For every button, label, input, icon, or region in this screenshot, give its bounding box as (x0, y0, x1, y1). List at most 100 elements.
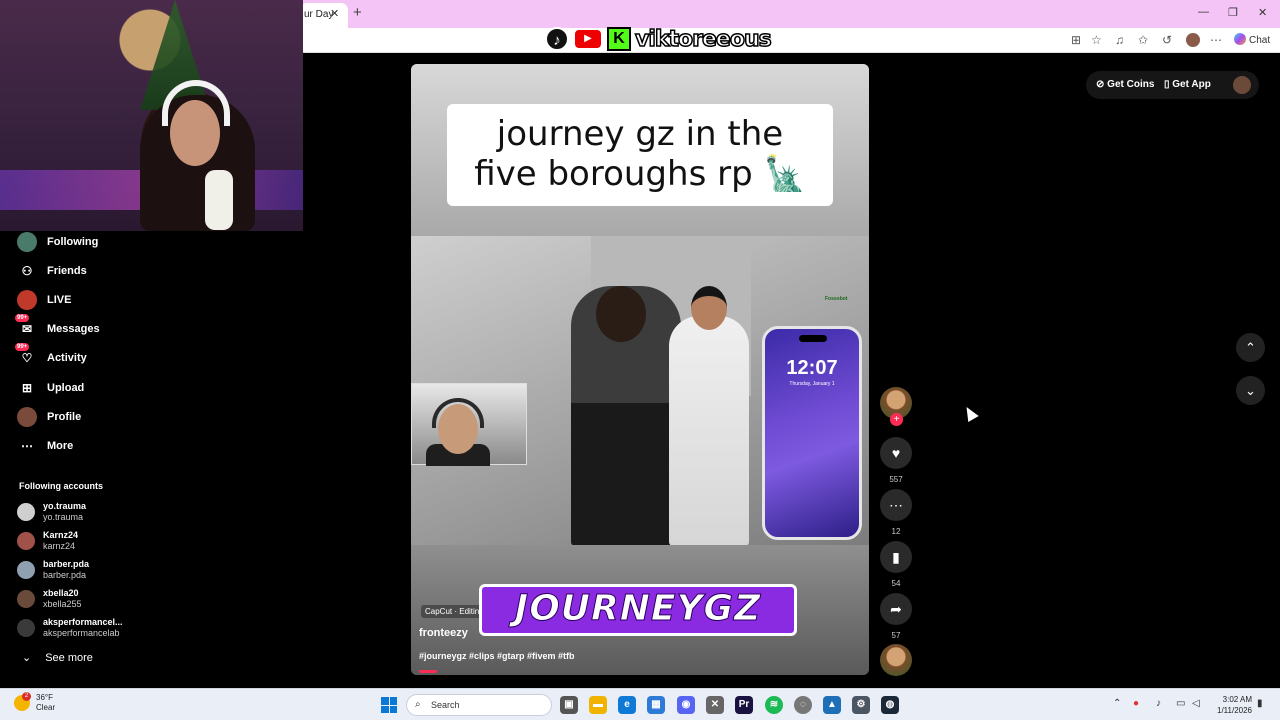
minimize-button[interactable]: — (1198, 6, 1209, 18)
photos-icon[interactable]: ▲ (823, 696, 841, 714)
obs-icon[interactable]: ◌ (794, 696, 812, 714)
network-icon[interactable]: ▭ (1176, 698, 1185, 709)
get-coins-button[interactable]: ⊘ Get Coins (1096, 79, 1154, 90)
see-more-label: See more (45, 651, 93, 664)
favorite-star-icon[interactable]: ☆ (1091, 33, 1102, 47)
next-video-button[interactable]: ⌄ (1236, 376, 1265, 405)
account-avatar (17, 503, 35, 521)
discord-icon[interactable]: ◉ (677, 696, 695, 714)
creator-avatar-button[interactable]: + (880, 387, 912, 426)
account-item[interactable]: aksperformancel... aksperformancelab (17, 615, 123, 641)
sidebar-item-more[interactable]: ⋯ More (17, 435, 73, 457)
character-2 (669, 316, 749, 546)
video-facecam (411, 383, 527, 466)
sidebar-item-following[interactable]: Following (17, 231, 98, 253)
sidebar-item-live[interactable]: LIVE (17, 289, 71, 311)
account-item[interactable]: Karnz24 karnz24 (17, 528, 78, 554)
share-button[interactable]: ➦ 57 (880, 593, 912, 640)
see-more-button[interactable]: ⌄ See more (22, 651, 93, 665)
more-menu-icon[interactable]: ⋯ (1210, 33, 1222, 47)
get-coins-label: Get Coins (1107, 79, 1155, 90)
weather-temp: 36°F (36, 693, 53, 702)
like-button[interactable]: ♥ 557 (880, 437, 912, 484)
video-hashtags[interactable]: #journeygz #clips #gtarp #fivem #tfb (419, 651, 575, 661)
sidebar: Following ⚇ Friends LIVE ✉ 99+ Messages ♡… (0, 231, 303, 685)
sound-avatar-button[interactable] (880, 644, 912, 676)
comment-button[interactable]: ⋯ 12 (880, 489, 912, 536)
tray-chevron-icon[interactable]: ⌃ (1113, 698, 1121, 709)
taskbar-search[interactable]: ⌕ Search (406, 694, 552, 716)
mouse-cursor-icon (961, 403, 979, 423)
favorites-icon[interactable]: ✩ (1138, 33, 1148, 47)
sidebar-item-label: LIVE (47, 294, 72, 306)
get-app-button[interactable]: ▯ Get App (1164, 79, 1211, 90)
new-tab-button[interactable]: + (353, 4, 362, 21)
facecam-headset (432, 398, 484, 428)
account-avatar (17, 532, 35, 550)
save-button[interactable]: ▮ 54 (880, 541, 912, 588)
sidebar-item-activity[interactable]: ♡ 99+ Activity (15, 343, 87, 369)
sidebar-item-profile[interactable]: Profile (17, 406, 81, 428)
windows-start-icon[interactable] (381, 697, 397, 713)
close-window-button[interactable]: ✕ (1258, 6, 1267, 19)
messages-badge: 99+ (15, 314, 30, 322)
split-screen-icon[interactable]: ⊞ (1071, 33, 1081, 47)
tiktok-logo-icon: ♪ (545, 27, 569, 51)
sound-avatar (880, 644, 912, 676)
character-1-head (596, 286, 646, 342)
journeygz-banner: JOURNEYGZ (479, 584, 797, 636)
extensions-icon[interactable]: ♫ (1115, 33, 1124, 47)
save-count: 54 (891, 579, 901, 588)
previous-video-button[interactable]: ⌃ (1236, 333, 1265, 362)
chevron-down-icon: ⌄ (22, 652, 32, 664)
account-item[interactable]: xbella20 xbella255 (17, 586, 82, 612)
upload-icon: ⊞ (21, 381, 33, 395)
microphone-icon[interactable]: ♪ (1156, 698, 1161, 709)
comment-count: 12 (891, 527, 901, 536)
tray-app-icon[interactable]: ● (1133, 698, 1139, 709)
maximize-button[interactable]: ❐ (1228, 6, 1238, 19)
account-handle: xbella255 (43, 599, 82, 609)
sidebar-item-messages[interactable]: ✉ 99+ Messages (15, 314, 100, 340)
youtube-logo-icon: ▶ (573, 28, 603, 50)
notification-bell-icon[interactable]: ▮ (1257, 698, 1263, 709)
volume-icon[interactable]: ◁ (1192, 698, 1200, 709)
steam-icon[interactable]: ◍ (881, 696, 899, 714)
follow-plus-icon[interactable]: + (890, 413, 903, 426)
corner-label: Fossobot (825, 296, 848, 302)
task-view-icon[interactable]: ▣ (560, 696, 578, 714)
account-handle: karnz24 (43, 541, 76, 551)
sidebar-item-friends[interactable]: ⚇ Friends (17, 260, 87, 282)
browser-tab[interactable]: ur Day (300, 3, 348, 28)
spotify-icon[interactable]: ≋ (765, 696, 783, 714)
premiere-icon[interactable]: Pr (735, 696, 753, 714)
xbox-icon[interactable]: ✕ (706, 696, 724, 714)
settings-gear-icon[interactable]: ⚙ (852, 696, 870, 714)
tab-close-icon[interactable]: ✕ (330, 7, 339, 20)
video-progress[interactable] (419, 670, 437, 673)
file-explorer-icon[interactable]: ▬ (589, 696, 607, 714)
account-item[interactable]: barber.pda barber.pda (17, 557, 89, 583)
sidebar-item-upload[interactable]: ⊞ Upload (17, 377, 84, 399)
clock-time: 3:02 AM (1222, 695, 1252, 704)
browser-profile-avatar[interactable] (1186, 33, 1200, 47)
account-item[interactable]: yo.trauma yo.trauma (17, 499, 86, 525)
weather-widget[interactable]: 2 36°F Clear (14, 692, 55, 713)
search-label: Search (431, 700, 460, 710)
video-author[interactable]: fronteezy (419, 627, 468, 639)
video-player[interactable]: journey gz in the five boroughs rp 🗽 Fos… (411, 64, 869, 675)
sidebar-item-label: More (47, 440, 74, 452)
account-name: yo.trauma (43, 501, 87, 511)
store-icon[interactable]: ▦ (647, 696, 665, 714)
character-2-head (691, 286, 727, 330)
chevron-up-icon: ⌃ (1245, 340, 1256, 355)
phone-overlay: 12:07 Thursday, January 1 (762, 326, 862, 540)
taskbar-clock[interactable]: 3:02 AM 1/11/2026 (1208, 694, 1252, 716)
windows-taskbar: 2 36°F Clear ⌕ Search ▣ ▬ e ▦ ◉ ✕ Pr ≋ ◌… (0, 688, 1280, 720)
streamer-name: viktoreeous (634, 26, 772, 53)
user-avatar[interactable] (1233, 76, 1251, 94)
search-icon: ⌕ (415, 699, 421, 710)
edge-browser-icon[interactable]: e (618, 696, 636, 714)
history-icon[interactable]: ↺ (1162, 33, 1172, 47)
copilot-chat-button[interactable]: Chat (1234, 33, 1270, 46)
